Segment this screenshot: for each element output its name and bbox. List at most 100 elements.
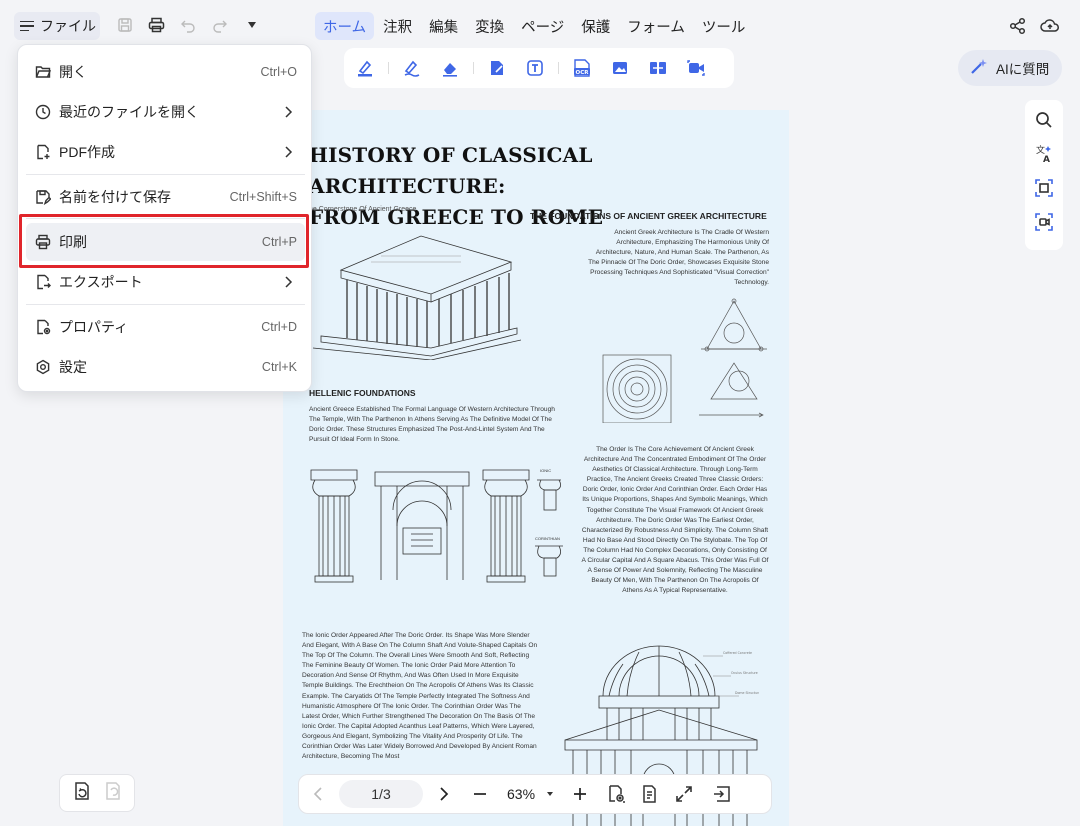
chevron-right-icon [281, 275, 295, 289]
menu-item-settings-shortcut: Ctrl+K [261, 360, 297, 374]
page-copy-icon[interactable] [104, 781, 122, 806]
page-navigation-bar: 1/3 63% [298, 774, 772, 814]
menu-item-export-label: エクスポート [59, 274, 143, 290]
crop-screenshot-icon[interactable] [1034, 178, 1054, 198]
menu-item-print[interactable]: 印刷 Ctrl+P [26, 223, 305, 261]
file-plus-icon [35, 144, 51, 160]
toolbar-divider [473, 62, 474, 74]
right-sidebar-toolbar: 文A [1025, 100, 1063, 250]
pen-annotate-icon[interactable] [401, 57, 423, 79]
tab-convert[interactable]: 変換 [467, 12, 512, 40]
home-toolbar: OCR [344, 48, 734, 88]
print-icon[interactable] [147, 16, 165, 34]
file-menu-label: ファイル [40, 18, 96, 34]
printer-icon [35, 234, 51, 250]
parthenon-illustration [312, 235, 521, 360]
chevron-right-icon [281, 105, 295, 119]
quick-access-dropdown-icon[interactable] [243, 16, 261, 34]
previous-page-icon[interactable] [307, 783, 329, 805]
ask-ai-button[interactable]: AIに質問 [958, 50, 1062, 86]
label-corinthian: CORINTHIAN [535, 536, 560, 541]
svg-text:A: A [1043, 155, 1050, 164]
menu-item-save-as[interactable]: 名前を付けて保存 Ctrl+Shift+S [26, 178, 305, 216]
document-title-line1: HISTORY OF CLASSICAL ARCHITECTURE: [309, 143, 593, 198]
page-layout-icon[interactable] [639, 783, 661, 805]
folder-open-icon [35, 64, 51, 80]
zoom-out-icon[interactable] [469, 783, 491, 805]
menu-item-create-pdf-label: PDF作成 [59, 144, 115, 160]
screen-capture-icon[interactable] [1034, 212, 1054, 232]
menu-item-print-shortcut: Ctrl+P [261, 235, 297, 249]
geometry-diagrams [602, 298, 767, 423]
menu-item-properties-label: プロパティ [59, 319, 129, 335]
save-as-icon [35, 189, 51, 205]
page-number-box[interactable]: 1/3 [339, 780, 423, 808]
menu-item-open[interactable]: 開く Ctrl+O [26, 53, 305, 91]
heading-foundations: THE FOUNDATIONS OF ANCIENT GREEK ARCHITE… [530, 211, 767, 221]
compare-icon[interactable] [647, 57, 669, 79]
file-dropdown-menu: 開く Ctrl+O 最近のファイルを開く PDF作成 名前を付けて保存 Ctrl… [17, 44, 312, 392]
svg-text:OCR: OCR [576, 70, 590, 76]
columns-illustration [310, 469, 563, 583]
redo-icon[interactable] [211, 16, 229, 34]
cloud-icon[interactable] [1040, 16, 1060, 36]
export-icon [35, 274, 51, 290]
edit-document-icon[interactable] [486, 57, 508, 79]
eraser-icon[interactable] [439, 57, 461, 79]
menu-item-open-shortcut: Ctrl+O [260, 65, 297, 79]
menu-item-create-pdf[interactable]: PDF作成 [26, 133, 305, 171]
tab-tools[interactable]: ツール [694, 12, 754, 40]
highlight-icon[interactable] [354, 57, 376, 79]
zoom-level[interactable]: 63% [507, 786, 535, 802]
chevron-right-icon [281, 145, 295, 159]
tab-edit[interactable]: 編集 [421, 12, 466, 40]
document-subtitle: he Cornerstone Of Ancient Greece [309, 206, 417, 213]
file-menu-button[interactable]: ファイル [14, 12, 100, 40]
screen-record-icon[interactable] [685, 57, 707, 79]
ocr-icon[interactable]: OCR [571, 57, 593, 79]
view-mode-icon[interactable] [605, 783, 627, 805]
rotate-page-icon[interactable] [73, 781, 91, 806]
save-icon[interactable] [116, 16, 134, 34]
menu-item-settings-label: 設定 [59, 359, 87, 375]
toolbar-divider [558, 62, 559, 74]
fit-page-icon[interactable] [673, 783, 695, 805]
undo-icon[interactable] [179, 16, 197, 34]
label-ionic: IONIC [540, 468, 552, 473]
menu-item-open-label: 開く [59, 64, 87, 80]
zoom-dropdown-icon[interactable] [539, 783, 561, 805]
svg-text:Oculus Structure: Oculus Structure [731, 671, 758, 675]
menu-item-recent-files[interactable]: 最近のファイルを開く [26, 93, 305, 131]
text-recognition-icon[interactable] [524, 57, 546, 79]
svg-text:Coffered Concrete: Coffered Concrete [723, 651, 752, 655]
menu-item-export[interactable]: エクスポート [26, 263, 305, 301]
menu-divider [26, 218, 305, 219]
ribbon-tabs: ホーム 注釈 編集 変換 ページ 保護 フォーム ツール [315, 12, 754, 40]
menu-item-settings[interactable]: 設定 Ctrl+K [26, 348, 305, 386]
menu-item-properties[interactable]: プロパティ Ctrl+D [26, 308, 305, 346]
page-indicator: 1/3 [371, 786, 391, 802]
next-page-icon[interactable] [433, 783, 455, 805]
menu-item-save-as-shortcut: Ctrl+Shift+S [229, 190, 297, 204]
tab-page[interactable]: ページ [513, 12, 572, 40]
collapse-panel-icon[interactable] [711, 783, 733, 805]
ai-sparkle-icon [968, 57, 988, 80]
ask-ai-label: AIに質問 [996, 62, 1050, 77]
paragraph-foundations: Ancient Greek Architecture Is The Cradle… [588, 229, 769, 287]
menu-divider [26, 304, 305, 305]
tab-form[interactable]: フォーム [619, 12, 693, 40]
pdf-page[interactable]: HISTORY OF CLASSICAL ARCHITECTURE: FROM … [283, 110, 789, 826]
menu-item-save-as-label: 名前を付けて保存 [59, 189, 171, 205]
page-actions-box [59, 774, 135, 812]
image-to-pdf-icon[interactable] [609, 57, 631, 79]
translate-icon[interactable]: 文A [1034, 144, 1054, 164]
menu-item-print-label: 印刷 [59, 234, 87, 250]
tab-home[interactable]: ホーム [315, 12, 375, 40]
tab-protect[interactable]: 保護 [573, 12, 618, 40]
share-icon[interactable] [1008, 16, 1028, 36]
search-icon[interactable] [1034, 110, 1054, 130]
tab-annotate[interactable]: 注釈 [375, 12, 420, 40]
menu-divider [26, 174, 305, 175]
paragraph-ionic: The Ionic Order Appeared After The Doric… [302, 632, 538, 761]
zoom-in-icon[interactable] [569, 783, 591, 805]
